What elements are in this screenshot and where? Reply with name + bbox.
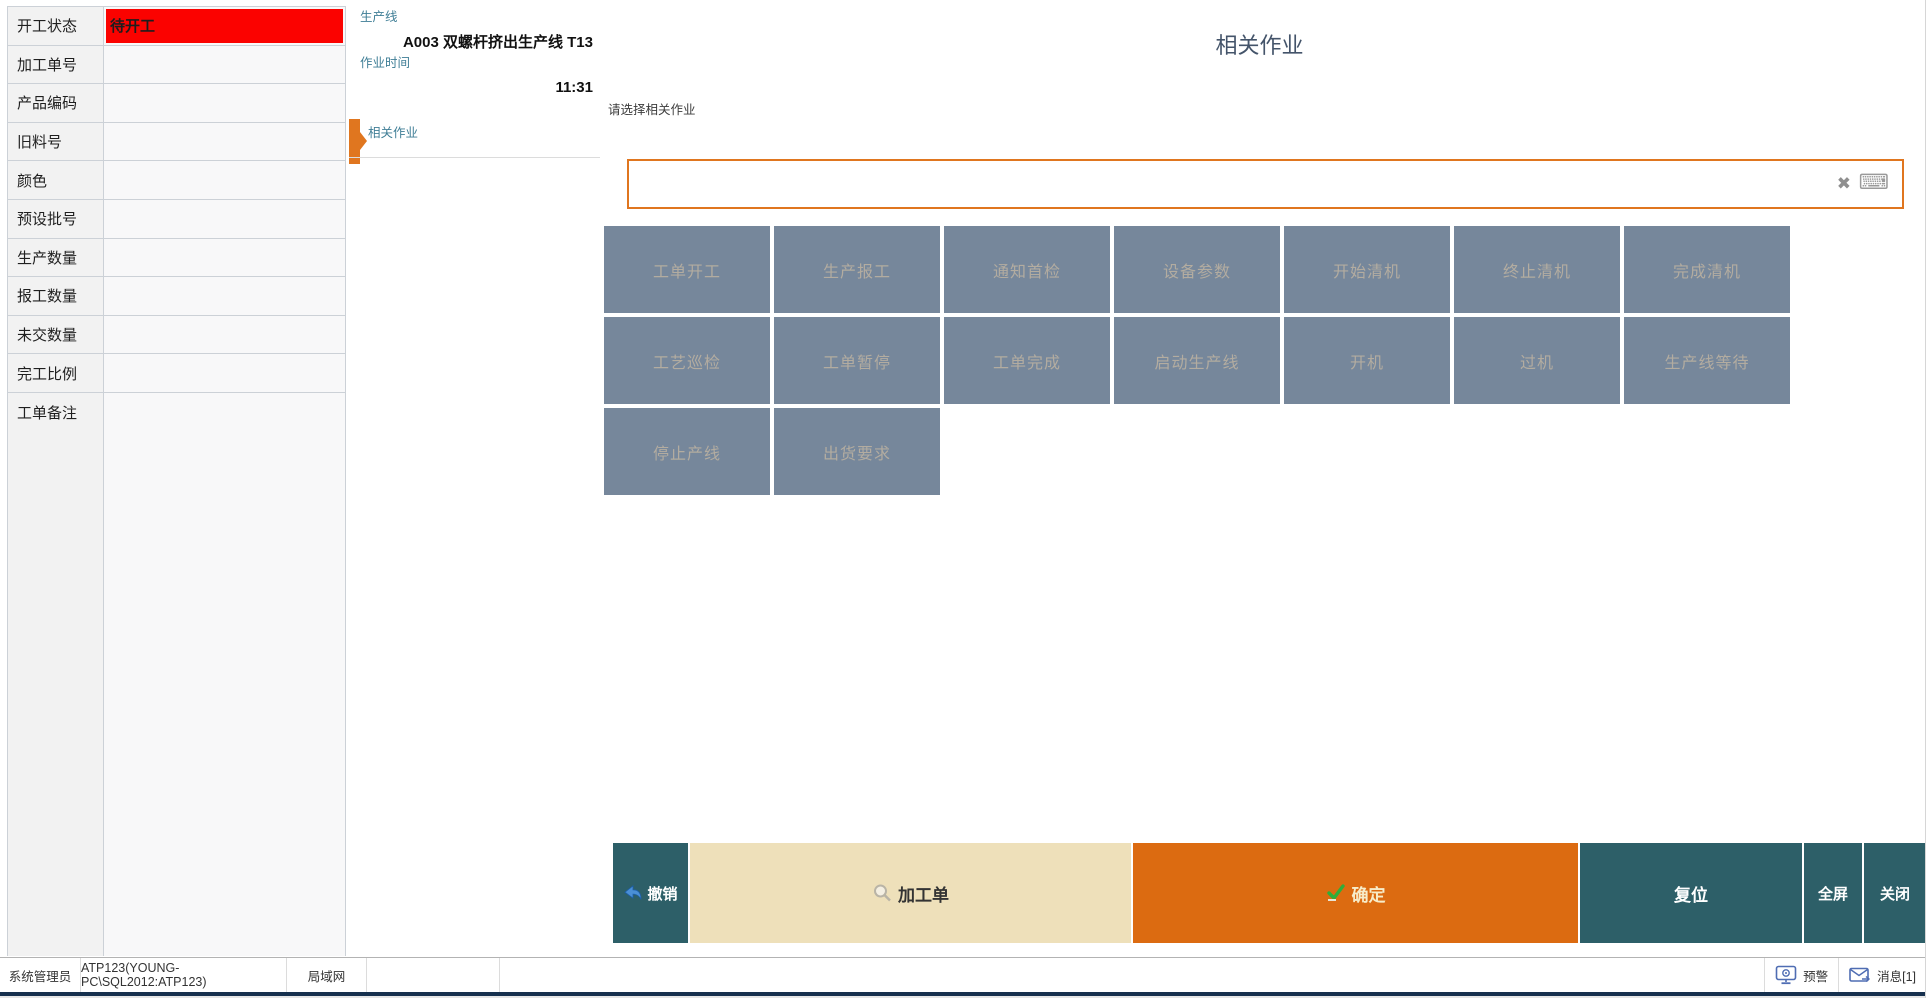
action-button[interactable]: 终止清机 xyxy=(1454,226,1620,313)
page-title: 相关作业 xyxy=(600,28,1919,60)
status-user: 系统管理员 xyxy=(0,958,81,992)
job-order-label: 加工单 xyxy=(898,881,949,906)
action-button[interactable]: 开机 xyxy=(1284,317,1450,404)
info-row-label: 工单备注 xyxy=(8,393,104,432)
info-row-value xyxy=(104,46,345,84)
sidebar-empty-label-col xyxy=(8,432,104,956)
keyboard-icon[interactable]: ⌨ xyxy=(1859,170,1889,196)
action-button[interactable]: 通知首检 xyxy=(944,226,1110,313)
info-row-value xyxy=(104,354,345,392)
info-row-value xyxy=(104,200,345,238)
status-spacer xyxy=(500,958,1764,992)
action-grid-row: 停止产线出货要求 xyxy=(604,408,1790,495)
work-order-info-panel: 开工状态待开工加工单号产品编码旧料号颜色预设批号生产数量报工数量未交数量完工比例… xyxy=(7,6,346,956)
status-value-highlight: 待开工 xyxy=(106,9,343,43)
status-network: 局域网 xyxy=(287,958,367,992)
job-search-box: ✖ ⌨ xyxy=(627,159,1904,209)
info-row-value: 待开工 xyxy=(104,7,345,45)
info-row-value xyxy=(104,239,345,277)
work-order-info-rows: 开工状态待开工加工单号产品编码旧料号颜色预设批号生产数量报工数量未交数量完工比例… xyxy=(8,7,345,432)
info-row: 开工状态待开工 xyxy=(8,7,345,46)
info-row: 加工单号 xyxy=(8,46,345,85)
check-icon xyxy=(1326,884,1346,902)
info-row: 预设批号 xyxy=(8,200,345,239)
undo-button[interactable]: 撤销 xyxy=(613,843,688,943)
sidebar-empty-value-col xyxy=(104,432,345,956)
alert-button[interactable]: 预警 xyxy=(1764,958,1838,992)
action-button[interactable]: 完成清机 xyxy=(1624,226,1790,313)
action-button[interactable]: 生产报工 xyxy=(774,226,940,313)
info-row: 旧料号 xyxy=(8,123,345,162)
magnifier-icon xyxy=(872,883,892,903)
action-button[interactable]: 工单暂停 xyxy=(774,317,940,404)
action-button[interactable]: 开始清机 xyxy=(1284,226,1450,313)
clear-icon[interactable]: ✖ xyxy=(1837,174,1851,194)
info-row-label: 未交数量 xyxy=(8,316,104,354)
info-row: 工单备注 xyxy=(8,393,345,432)
confirm-label: 确定 xyxy=(1352,881,1386,906)
info-row: 产品编码 xyxy=(8,84,345,123)
alert-label: 预警 xyxy=(1803,966,1828,985)
action-button[interactable]: 工艺巡检 xyxy=(604,317,770,404)
work-time-label: 作业时间 xyxy=(360,52,410,71)
action-button[interactable]: 过机 xyxy=(1454,317,1620,404)
action-button[interactable]: 启动生产线 xyxy=(1114,317,1280,404)
action-grid-row: 工艺巡检工单暂停工单完成启动生产线开机过机生产线等待 xyxy=(604,317,1790,404)
action-button[interactable]: 设备参数 xyxy=(1114,226,1280,313)
action-button[interactable]: 工单完成 xyxy=(944,317,1110,404)
info-row-value xyxy=(104,84,345,122)
reset-label: 复位 xyxy=(1674,881,1708,906)
undo-label: 撤销 xyxy=(647,883,677,904)
info-row-value xyxy=(104,123,345,161)
info-row: 未交数量 xyxy=(8,316,345,355)
mes-workstation-window: 开工状态待开工加工单号产品编码旧料号颜色预设批号生产数量报工数量未交数量完工比例… xyxy=(0,0,1926,998)
info-row-label: 产品编码 xyxy=(8,84,104,122)
fullscreen-button[interactable]: 全屏 xyxy=(1804,843,1862,943)
work-time-value: 11:31 xyxy=(360,79,593,96)
close-button[interactable]: 关闭 xyxy=(1864,843,1926,943)
reset-button[interactable]: 复位 xyxy=(1580,843,1802,943)
envelope-icon xyxy=(1849,967,1871,984)
status-bar: 系统管理员 ATP123(YOUNG-PC\SQL2012:ATP123) 局域… xyxy=(0,957,1926,992)
undo-icon xyxy=(623,885,643,901)
messages-label: 消息[1] xyxy=(1877,966,1916,985)
info-row-value xyxy=(104,393,345,432)
info-row-label: 加工单号 xyxy=(8,46,104,84)
confirm-button[interactable]: 确定 xyxy=(1133,843,1578,943)
info-row: 完工比例 xyxy=(8,354,345,393)
select-job-prompt: 请选择相关作业 xyxy=(608,99,696,118)
related-jobs-nav-item[interactable]: 相关作业 xyxy=(368,122,418,141)
production-line-label: 生产线 xyxy=(360,6,398,25)
info-row-label: 颜色 xyxy=(8,161,104,199)
field-separator xyxy=(349,157,600,158)
sidebar-empty-fill xyxy=(8,432,345,956)
action-button[interactable]: 工单开工 xyxy=(604,226,770,313)
fullscreen-label: 全屏 xyxy=(1818,883,1848,904)
job-order-button[interactable]: 加工单 xyxy=(690,843,1131,943)
info-row-value xyxy=(104,161,345,199)
info-row: 报工数量 xyxy=(8,277,345,316)
action-grid-row: 工单开工生产报工通知首检设备参数开始清机终止清机完成清机 xyxy=(604,226,1790,313)
action-button[interactable]: 停止产线 xyxy=(604,408,770,495)
production-line-value: A003 双螺杆挤出生产线 T13 xyxy=(360,31,593,52)
info-row: 颜色 xyxy=(8,161,345,200)
job-search-input[interactable] xyxy=(635,165,1806,203)
info-row: 生产数量 xyxy=(8,239,345,278)
related-job-button-grid: 工单开工生产报工通知首检设备参数开始清机终止清机完成清机工艺巡检工单暂停工单完成… xyxy=(604,226,1790,499)
status-connection: ATP123(YOUNG-PC\SQL2012:ATP123) xyxy=(81,958,287,992)
info-row-label: 完工比例 xyxy=(8,354,104,392)
info-row-label: 旧料号 xyxy=(8,123,104,161)
action-button[interactable]: 生产线等待 xyxy=(1624,317,1790,404)
info-row-value xyxy=(104,316,345,354)
info-row-label: 开工状态 xyxy=(8,7,104,45)
info-row-label: 生产数量 xyxy=(8,239,104,277)
messages-button[interactable]: 消息[1] xyxy=(1838,958,1926,992)
alert-monitor-icon xyxy=(1775,965,1797,985)
info-row-label: 预设批号 xyxy=(8,200,104,238)
close-label: 关闭 xyxy=(1880,883,1910,904)
action-button[interactable]: 出货要求 xyxy=(774,408,940,495)
status-empty-cell xyxy=(367,958,500,992)
info-row-label: 报工数量 xyxy=(8,277,104,315)
info-row-value xyxy=(104,277,345,315)
